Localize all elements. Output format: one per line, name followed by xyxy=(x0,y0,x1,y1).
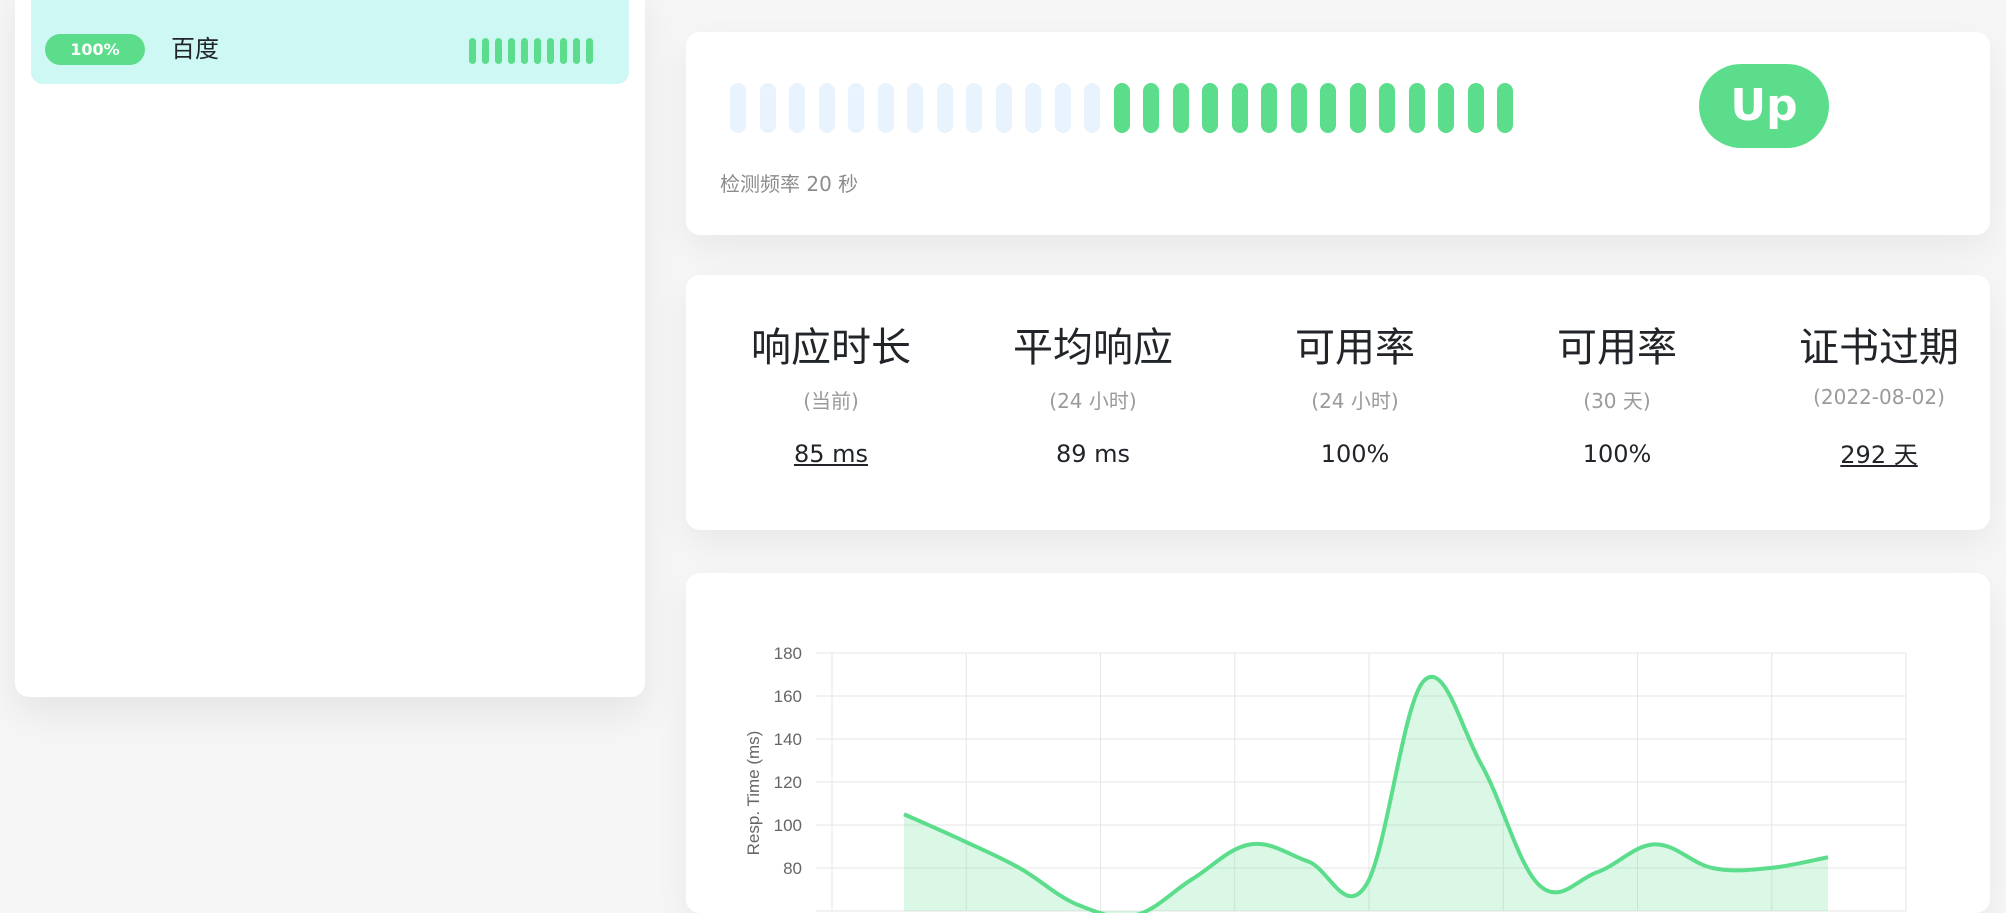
y-tick-label: 180 xyxy=(774,644,802,663)
beat-up[interactable] xyxy=(1202,83,1218,133)
response-time-chart-card: 80 100 120 140 160 180 Resp. Time (ms) xyxy=(686,573,1990,913)
beat-empty xyxy=(848,83,864,133)
beat-empty xyxy=(936,83,953,133)
beat-empty xyxy=(730,83,746,133)
stat-subtitle: (2022-08-02) xyxy=(1813,385,1945,409)
beat-empty xyxy=(1025,83,1041,133)
stat-title: 证书过期 xyxy=(1799,325,1959,371)
mini-beat xyxy=(521,38,528,64)
monitor-list-item[interactable]: 100% 百度 xyxy=(31,0,629,84)
mini-beat xyxy=(547,38,554,64)
beat-empty xyxy=(877,83,894,133)
mini-beat xyxy=(586,38,593,64)
heartbeat-bar xyxy=(730,83,1527,133)
mini-beat xyxy=(495,38,502,64)
mini-beat xyxy=(469,38,476,64)
stat-value: 100% xyxy=(1320,440,1390,468)
stat-title: 平均响应 xyxy=(1013,325,1173,371)
beat-up[interactable] xyxy=(1408,83,1425,133)
beat-up[interactable] xyxy=(1320,83,1336,133)
stat-title: 响应时长 xyxy=(751,325,911,371)
y-tick-label: 80 xyxy=(783,859,802,878)
beat-up[interactable] xyxy=(1349,83,1366,133)
beat-empty xyxy=(789,83,805,133)
beat-up[interactable] xyxy=(1172,83,1189,133)
beat-up[interactable] xyxy=(1113,83,1130,133)
stat-uptime-30d: 可用率 (30 天) 100% xyxy=(1486,323,1748,468)
beat-up[interactable] xyxy=(1379,83,1395,133)
stat-value: 100% xyxy=(1582,440,1652,468)
stat-subtitle: (24 小时) xyxy=(1311,389,1399,413)
stat-value-link[interactable]: 85 ms xyxy=(700,440,962,468)
monitor-list-panel: 100% 百度 xyxy=(15,0,645,697)
beat-empty xyxy=(818,83,835,133)
stat-cert-expiry: 证书过期 (2022-08-02) 292 天 xyxy=(1748,323,2006,470)
stat-response-average: 平均响应 (24 小时) 89 ms xyxy=(962,323,1224,468)
mini-heartbeat-bar xyxy=(469,38,599,64)
mini-beat xyxy=(573,38,580,64)
stat-response-current: 响应时长 (当前) 85 ms xyxy=(700,323,962,468)
y-tick-label: 120 xyxy=(774,773,802,792)
beat-empty xyxy=(995,83,1012,133)
stat-value: 89 ms xyxy=(1055,440,1131,468)
stat-title: 可用率 xyxy=(1557,325,1677,371)
y-tick-label: 140 xyxy=(774,730,802,749)
y-tick-label: 100 xyxy=(774,816,802,835)
beat-up[interactable] xyxy=(1438,83,1454,133)
heartbeat-card: Up 检测频率 20 秒 xyxy=(686,32,1990,235)
mini-beat xyxy=(560,38,567,64)
beat-up[interactable] xyxy=(1261,83,1277,133)
beat-empty xyxy=(907,83,923,133)
uptime-badge: 100% xyxy=(45,34,145,65)
beat-up[interactable] xyxy=(1143,83,1159,133)
beat-up[interactable] xyxy=(1467,83,1484,133)
mini-beat xyxy=(482,38,489,64)
beat-up[interactable] xyxy=(1290,83,1307,133)
status-badge: Up xyxy=(1699,64,1829,148)
y-tick-label: 160 xyxy=(774,687,802,706)
beat-up[interactable] xyxy=(1231,83,1248,133)
beat-empty xyxy=(1054,83,1071,133)
beat-empty xyxy=(966,83,982,133)
mini-beat xyxy=(508,38,515,64)
beat-empty xyxy=(759,83,776,133)
stat-subtitle: (24 小时) xyxy=(1049,389,1137,413)
stat-title: 可用率 xyxy=(1295,325,1415,371)
y-axis-label: Resp. Time (ms) xyxy=(744,731,763,856)
beat-up[interactable] xyxy=(1497,83,1513,133)
stats-card: 响应时长 (当前) 85 ms 平均响应 (24 小时) 89 ms 可用率 (… xyxy=(686,275,1990,530)
series-area xyxy=(904,677,1828,913)
monitor-name: 百度 xyxy=(171,35,219,63)
check-interval-text: 检测频率 20 秒 xyxy=(720,172,859,196)
stat-uptime-24h: 可用率 (24 小时) 100% xyxy=(1224,323,1486,468)
stat-subtitle: (当前) xyxy=(803,389,859,413)
mini-beat xyxy=(534,38,541,64)
stat-value-link[interactable]: 292 天 xyxy=(1748,435,2006,470)
response-time-chart: 80 100 120 140 160 180 Resp. Time (ms) xyxy=(744,644,1907,913)
stat-subtitle: (30 天) xyxy=(1583,389,1651,413)
beat-empty xyxy=(1084,83,1100,133)
